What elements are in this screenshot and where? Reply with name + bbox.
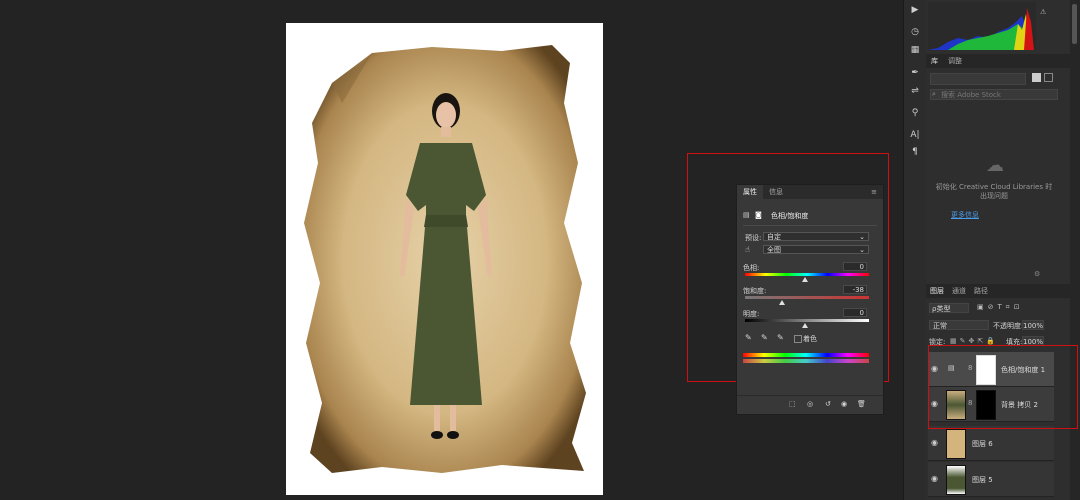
view-previous-icon[interactable]: ◎ [807, 400, 813, 408]
saturation-value-field[interactable]: -38 [843, 285, 867, 294]
hue-value-field[interactable]: 0 [843, 262, 867, 271]
visibility-icon[interactable]: ◉ [841, 400, 847, 408]
color-bar-result [743, 359, 869, 363]
clip-to-layer-icon[interactable]: ⬚ [789, 400, 796, 408]
eyedropper-minus-icon[interactable]: ✎ [777, 333, 784, 342]
properties-panel: 属性 信息 ≡ ▤ ◙ 色相/饱和度 预设: 自定 ⌄ ☝ 全图 ⌄ 色相: 0 饱… [736, 184, 884, 415]
color-bar-source [743, 353, 869, 357]
targeted-adjust-icon[interactable]: ☝ [745, 245, 750, 254]
eyedropper-icon[interactable]: ✎ [745, 333, 752, 342]
creative-cloud-icon: ☁ [986, 155, 1004, 176]
highlight-box-layers [928, 345, 1078, 429]
character-icon[interactable]: A| [908, 128, 922, 142]
tab-info[interactable]: 信息 [763, 185, 789, 199]
adjust-icon[interactable]: ⇌ [908, 84, 922, 98]
layer-name[interactable]: 图层 5 [972, 475, 993, 485]
lightness-value-field[interactable]: 0 [843, 308, 867, 317]
preset-dropdown[interactable]: 自定 ⌄ [763, 232, 869, 241]
model-figure-image [400, 93, 492, 439]
library-settings-icon[interactable]: ⚙ [1034, 270, 1040, 278]
tab-properties[interactable]: 属性 [737, 185, 763, 199]
mask-icon[interactable]: ◙ [755, 211, 762, 219]
library-error-message: 初始化 Creative Cloud Libraries 时出现问题 [935, 183, 1053, 200]
eyedropper-plus-icon[interactable]: ✎ [761, 333, 768, 342]
panel-icon-strip: ▶ ◷ ▦ ✒ ⇌ ⚲ A| ¶ [903, 0, 927, 500]
lightness-slider-handle[interactable] [802, 323, 808, 328]
adjustment-icon: ▤ [743, 211, 750, 219]
hue-slider[interactable] [745, 273, 869, 276]
lightness-label: 明度: [743, 310, 760, 318]
blend-mode-dropdown[interactable]: 正常 [929, 320, 989, 330]
tab-layers[interactable]: 图层 [926, 284, 948, 298]
tab-paths[interactable]: 路径 [970, 284, 992, 298]
paragraph-icon[interactable]: ¶ [908, 145, 922, 159]
reset-icon[interactable]: ↺ [825, 400, 831, 408]
layer-filter-icons[interactable]: ▣⊘T⌗⊡ [977, 303, 1024, 312]
warning-icon[interactable]: ⚠ [1040, 8, 1046, 16]
tab-channels[interactable]: 通道 [948, 284, 970, 298]
stamp-icon[interactable]: ⚲ [908, 106, 922, 120]
grid-view-icon[interactable] [1032, 73, 1041, 82]
document-canvas[interactable] [286, 23, 603, 495]
play-icon[interactable]: ▶ [908, 3, 922, 17]
colorize-checkbox[interactable] [794, 335, 802, 343]
list-view-icon[interactable] [1044, 73, 1053, 82]
visibility-eye-icon[interactable]: ◉ [931, 438, 938, 447]
layer-thumbnail[interactable] [946, 465, 966, 495]
lightness-slider[interactable] [745, 319, 869, 322]
brush-icon[interactable]: ✒ [908, 66, 922, 80]
library-dropdown[interactable] [930, 73, 1026, 85]
grid-icon[interactable]: ▦ [908, 43, 922, 57]
more-info-link[interactable]: 更多信息 [934, 210, 996, 220]
panel-menu-icon[interactable]: ≡ [871, 188, 877, 196]
hue-label: 色相: [743, 264, 760, 272]
tab-adjustments[interactable]: 调整 [943, 54, 967, 68]
channel-dropdown[interactable]: 全图 ⌄ [763, 245, 869, 254]
history-icon[interactable]: ◷ [908, 25, 922, 39]
layer-thumbnail[interactable] [946, 429, 966, 459]
search-icon: ⌕ [932, 90, 936, 98]
library-search-input[interactable]: 搜索 Adobe Stock [930, 89, 1058, 100]
saturation-label: 饱和度: [743, 287, 767, 295]
adjustment-title: 色相/饱和度 [771, 212, 809, 220]
visibility-eye-icon[interactable]: ◉ [931, 474, 938, 483]
histogram [928, 2, 1036, 50]
opacity-label: 不透明度: [993, 322, 1024, 330]
opacity-field[interactable]: 100% [1022, 320, 1044, 330]
preset-label: 预设: [745, 234, 762, 242]
saturation-slider[interactable] [745, 296, 869, 299]
saturation-slider-handle[interactable] [779, 300, 785, 305]
tab-library[interactable]: 库 [926, 54, 943, 68]
delete-icon[interactable]: 🗑 [857, 400, 866, 408]
layer-row[interactable]: ◉ 图层 5 [928, 462, 1054, 497]
lock-icons[interactable]: ▦✎✥⇱🔒 [950, 337, 998, 345]
layer-filter-dropdown[interactable]: ρ类型 [929, 303, 969, 313]
layer-name[interactable]: 图层 6 [972, 439, 993, 449]
hue-slider-handle[interactable] [802, 277, 808, 282]
layer-row[interactable]: ◉ 图层 6 [928, 426, 1054, 461]
colorize-label: 着色 [803, 335, 817, 343]
